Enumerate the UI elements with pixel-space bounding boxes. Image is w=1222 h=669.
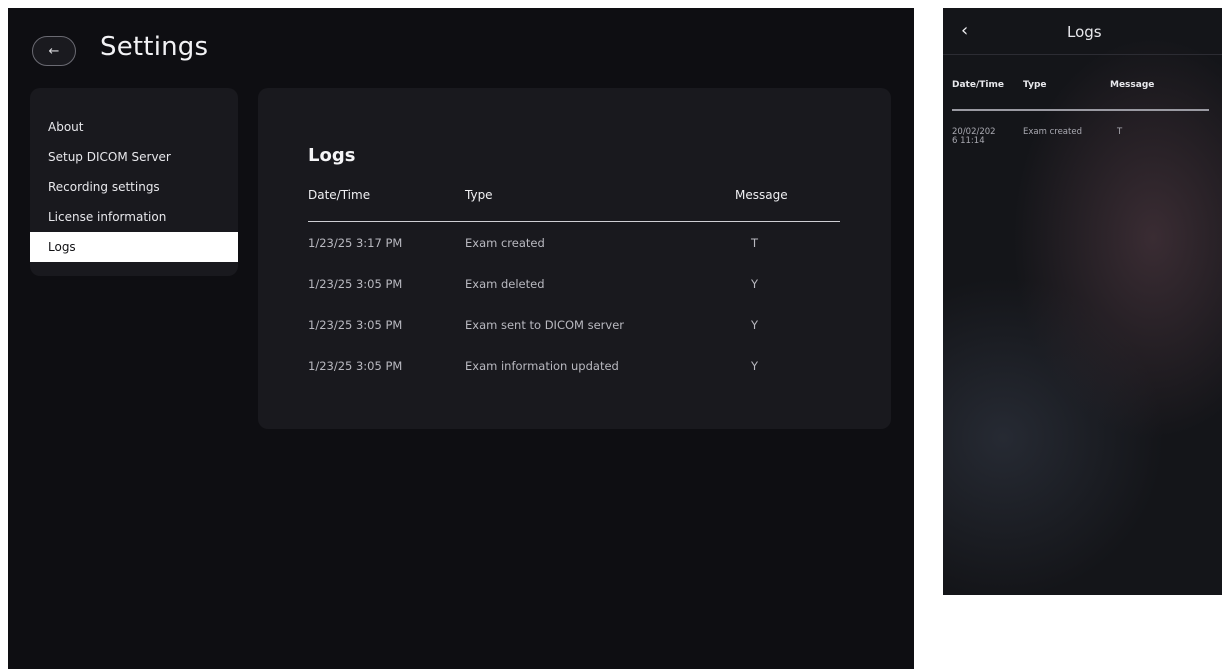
mobile-top-bar: ‹ Logs xyxy=(943,8,1222,55)
mobile-logs-screen: ‹ Logs Date/Time Type Message 20/02/2026… xyxy=(943,8,1222,595)
back-button[interactable]: ← xyxy=(32,36,76,66)
settings-sidebar: About Setup DICOM Server Recording setti… xyxy=(30,88,238,276)
sidebar-item-logs[interactable]: Logs xyxy=(30,232,238,262)
sidebar-item-recording-settings[interactable]: Recording settings xyxy=(30,172,238,202)
logs-table: Date/Time Type Message 1/23/25 3:17 PM E… xyxy=(308,188,840,386)
sidebar-item-setup-dicom-server[interactable]: Setup DICOM Server xyxy=(30,142,238,172)
cell-type: Exam information updated xyxy=(465,359,619,373)
cell-message: Y xyxy=(751,318,759,332)
page-title: Settings xyxy=(100,32,209,62)
cell-type: Exam created xyxy=(1023,127,1082,137)
cell-datetime: 1/23/25 3:17 PM xyxy=(308,236,403,250)
cell-message: Y xyxy=(751,277,759,291)
table-header: Date/Time Type Message xyxy=(308,188,840,222)
table-row: 1/23/25 3:05 PM Exam sent to DICOM serve… xyxy=(308,304,840,345)
cell-type: Exam deleted xyxy=(465,277,545,291)
column-header-datetime: Date/Time xyxy=(308,188,371,202)
sidebar-item-about[interactable]: About xyxy=(30,112,238,142)
cell-datetime: 1/23/25 3:05 PM xyxy=(308,318,403,332)
table-row: 1/23/25 3:05 PM Exam deleted Y xyxy=(308,263,840,304)
logs-card: Logs Date/Time Type Message 1/23/25 3:17… xyxy=(258,88,891,429)
column-header-type: Type xyxy=(1023,80,1047,90)
column-header-message: Message xyxy=(1110,80,1155,90)
back-arrow-icon: ← xyxy=(48,43,60,59)
chevron-left-icon[interactable]: ‹ xyxy=(961,20,968,41)
column-header-type: Type xyxy=(465,188,493,202)
cell-message: Y xyxy=(751,359,759,373)
mobile-logs-table: Date/Time Type Message 20/02/2026 11:14 … xyxy=(952,80,1209,151)
cell-message: T xyxy=(1117,127,1123,137)
table-row: 1/23/25 3:17 PM Exam created T xyxy=(308,222,840,263)
cell-datetime: 20/02/2026 11:14 xyxy=(952,127,996,146)
cell-type: Exam sent to DICOM server xyxy=(465,318,625,332)
column-header-message: Message xyxy=(735,188,788,202)
table-row: 1/23/25 3:05 PM Exam information updated… xyxy=(308,345,840,386)
desktop-settings-screen: ← Settings About Setup DICOM Server Reco… xyxy=(8,8,914,669)
cell-datetime: 1/23/25 3:05 PM xyxy=(308,277,403,291)
table-row: 20/02/2026 11:14 Exam created T xyxy=(952,111,1209,151)
logs-heading: Logs xyxy=(308,145,356,166)
mobile-page-title: Logs xyxy=(1067,23,1102,41)
sidebar-item-license-information[interactable]: License information xyxy=(30,202,238,232)
cell-datetime: 1/23/25 3:05 PM xyxy=(308,359,403,373)
cell-type: Exam created xyxy=(465,236,545,250)
mobile-table-header: Date/Time Type Message xyxy=(952,80,1209,111)
cell-message: T xyxy=(751,236,759,250)
column-header-datetime: Date/Time xyxy=(952,80,1004,90)
